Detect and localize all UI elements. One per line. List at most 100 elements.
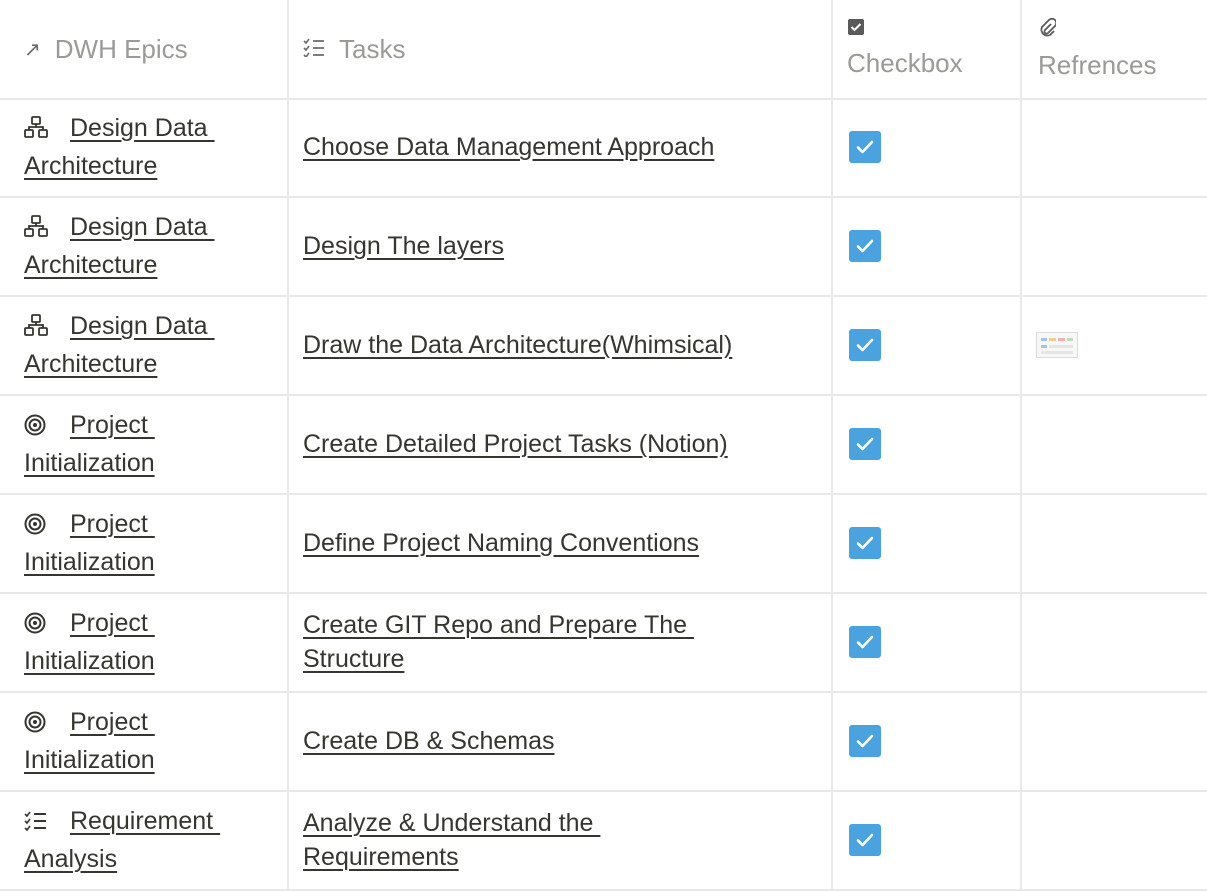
table-row[interactable]: Project Initialization Create Detailed Pr… <box>0 395 1207 495</box>
table-row[interactable]: Project Initialization Create GIT Repo an… <box>0 593 1207 693</box>
epic-cell[interactable]: Requirement Analysis <box>24 791 274 889</box>
target-icon <box>24 511 70 545</box>
checkbox-cell <box>849 593 1009 691</box>
task-link[interactable]: Define Project Naming Conventions <box>303 529 699 557</box>
task-link[interactable]: Create Detailed Project Tasks (Notion) <box>303 430 728 458</box>
task-checkbox[interactable] <box>849 626 881 658</box>
epic-title-line1[interactable]: Design Data <box>70 312 215 340</box>
task-checkbox[interactable] <box>849 131 881 163</box>
checkbox-cell <box>849 692 1009 790</box>
attachment-thumbnail[interactable] <box>1036 332 1078 358</box>
epic-link[interactable]: Project Initialization <box>24 408 155 480</box>
checkmark-icon <box>856 338 874 352</box>
references-cell[interactable] <box>1036 791 1196 889</box>
table-row[interactable]: Project Initialization Create DB & Schema… <box>0 692 1207 792</box>
task-link[interactable]: Create GIT Repo and Prepare The <box>303 611 694 639</box>
epic-title-line2[interactable]: Initialization <box>24 449 155 477</box>
column-header-label: DWH Epics <box>54 33 188 64</box>
epic-cell[interactable]: Project Initialization <box>24 494 274 592</box>
task-cell[interactable]: Create GIT Repo and Prepare The Structur… <box>303 593 823 691</box>
checkmark-icon <box>856 437 874 451</box>
epic-link[interactable]: Design Data Architecture <box>24 309 215 381</box>
task-link-line2[interactable]: Requirements <box>303 843 459 871</box>
task-checkbox[interactable] <box>849 824 881 856</box>
epic-title-line1[interactable]: Requirement <box>70 807 220 835</box>
task-cell[interactable]: Design The layers <box>303 197 823 295</box>
epic-cell[interactable]: Design Data Architecture <box>24 98 274 196</box>
epic-link[interactable]: Project Initialization <box>24 705 155 777</box>
table-row[interactable]: Design Data Architecture Design The layer… <box>0 197 1207 297</box>
column-header-dwh-epics[interactable]: ↗ DWH Epics <box>24 0 279 98</box>
epic-title-line2[interactable]: Analysis <box>24 845 117 873</box>
epic-cell[interactable]: Project Initialization <box>24 593 274 691</box>
epic-link[interactable]: Project Initialization <box>24 606 155 678</box>
hierarchy-icon <box>24 115 70 149</box>
target-icon <box>24 610 70 644</box>
epic-cell[interactable]: Project Initialization <box>24 692 274 790</box>
column-header-tasks[interactable]: Tasks <box>303 0 823 98</box>
hierarchy-icon <box>24 313 70 347</box>
task-link[interactable]: Create DB & Schemas <box>303 727 555 755</box>
epic-link[interactable]: Design Data Architecture <box>24 111 215 183</box>
column-header-label: Refrences <box>1038 50 1157 80</box>
epic-link[interactable]: Requirement Analysis <box>24 804 220 876</box>
epic-title-line1[interactable]: Design Data <box>70 114 215 142</box>
task-link[interactable]: Choose Data Management Approach <box>303 133 714 161</box>
task-cell[interactable]: Draw the Data Architecture(Whimsical) <box>303 296 823 394</box>
checklist-icon <box>24 808 70 842</box>
epic-title-line2[interactable]: Architecture <box>24 251 157 279</box>
task-cell[interactable]: Choose Data Management Approach <box>303 98 823 196</box>
references-cell[interactable] <box>1036 98 1196 196</box>
checkbox-cell <box>849 296 1009 394</box>
checkmark-icon <box>856 140 874 154</box>
table-row[interactable]: Design Data Architecture Draw the Data Ar… <box>0 296 1207 396</box>
references-cell[interactable] <box>1036 296 1196 394</box>
checkmark-icon <box>856 833 874 847</box>
epic-title-line1[interactable]: Project <box>70 609 155 637</box>
task-checkbox[interactable] <box>849 527 881 559</box>
task-cell[interactable]: Define Project Naming Conventions <box>303 494 823 592</box>
task-cell[interactable]: Analyze & Understand the Requirements <box>303 791 823 889</box>
epic-title-line2[interactable]: Initialization <box>24 647 155 675</box>
epic-title-line1[interactable]: Project <box>70 708 155 736</box>
epic-title-line1[interactable]: Design Data <box>70 213 215 241</box>
epic-link[interactable]: Project Initialization <box>24 507 155 579</box>
task-cell[interactable]: Create Detailed Project Tasks (Notion) <box>303 395 823 493</box>
target-icon <box>24 412 70 446</box>
checkbox-cell <box>849 494 1009 592</box>
references-cell[interactable] <box>1036 494 1196 592</box>
task-cell[interactable]: Create DB & Schemas <box>303 692 823 790</box>
task-checkbox[interactable] <box>849 428 881 460</box>
epic-cell[interactable]: Design Data Architecture <box>24 296 274 394</box>
column-header-label: Tasks <box>339 33 406 64</box>
checkmark-icon <box>856 635 874 649</box>
task-checkbox[interactable] <box>849 329 881 361</box>
task-checkbox[interactable] <box>849 725 881 757</box>
epic-title-line1[interactable]: Project <box>70 510 155 538</box>
task-link[interactable]: Design The layers <box>303 232 504 260</box>
references-cell[interactable] <box>1036 197 1196 295</box>
epic-title-line2[interactable]: Initialization <box>24 548 155 576</box>
checkmark-icon <box>856 239 874 253</box>
epic-cell[interactable]: Design Data Architecture <box>24 197 274 295</box>
epic-title-line2[interactable]: Architecture <box>24 152 157 180</box>
references-cell[interactable] <box>1036 692 1196 790</box>
epic-title-line2[interactable]: Architecture <box>24 350 157 378</box>
epic-title-line1[interactable]: Project <box>70 411 155 439</box>
references-cell[interactable] <box>1036 593 1196 691</box>
references-cell[interactable] <box>1036 395 1196 493</box>
epic-cell[interactable]: Project Initialization <box>24 395 274 493</box>
epic-link[interactable]: Design Data Architecture <box>24 210 215 282</box>
task-checkbox[interactable] <box>849 230 881 262</box>
task-link[interactable]: Draw the Data Architecture(Whimsical) <box>303 331 732 359</box>
task-link-line2[interactable]: Structure <box>303 645 404 673</box>
checkbox-cell <box>849 98 1009 196</box>
checkbox-cell <box>849 197 1009 295</box>
task-link[interactable]: Analyze & Understand the <box>303 809 600 837</box>
table-row[interactable]: Project Initialization Define Project Nam… <box>0 494 1207 594</box>
checkmark-icon <box>856 536 874 550</box>
table-row[interactable]: Requirement Analysis Analyze & Understand… <box>0 791 1207 891</box>
checkbox-icon <box>847 18 1012 42</box>
table-row[interactable]: Design Data Architecture Choose Data Mana… <box>0 98 1207 198</box>
epic-title-line2[interactable]: Initialization <box>24 746 155 774</box>
